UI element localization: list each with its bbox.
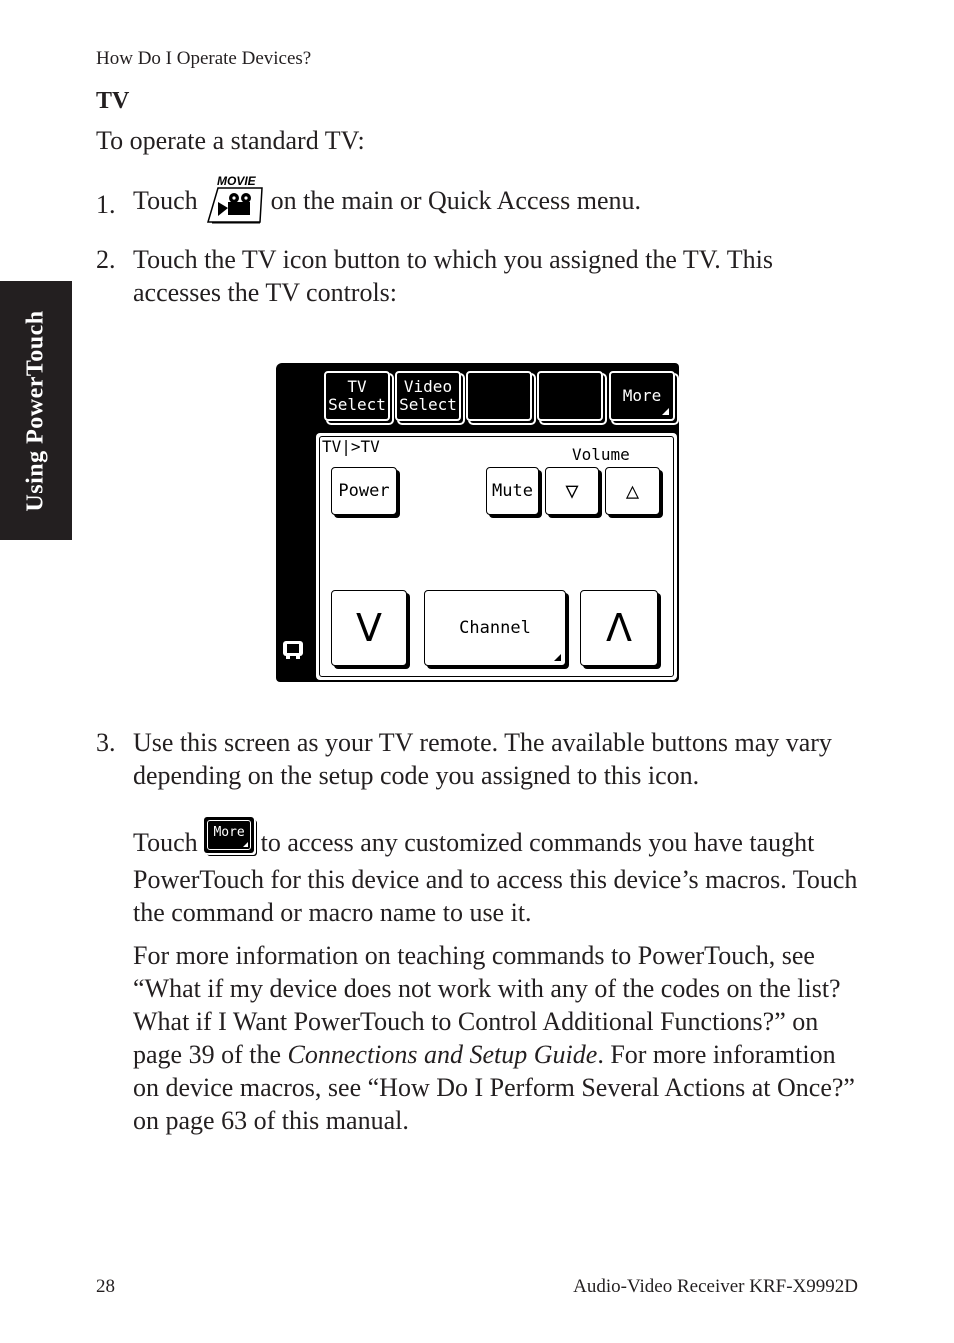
page-number: 28 <box>96 1276 115 1297</box>
more-button[interactable]: More <box>609 371 675 421</box>
volume-down-button[interactable]: ▽ <box>545 467 599 515</box>
tv-icon <box>283 641 303 659</box>
side-tab-label: Using PowerTouch <box>22 309 49 512</box>
more-icon: More <box>204 817 255 854</box>
volume-up-button[interactable]: △ <box>605 467 660 515</box>
touch-more-paragraph: Touch More to access any customized comm… <box>133 817 858 929</box>
corner-triangle-icon <box>662 408 669 415</box>
tv-control-screen: TV Select Video Select More TV|>TV Volum… <box>276 363 679 682</box>
section-title: TV <box>96 88 130 114</box>
side-tab: Using PowerTouch <box>0 281 72 540</box>
step-number: 1. <box>96 190 116 219</box>
step-text: Touch <box>133 185 198 215</box>
control-panel: TV|>TV Volume Power Mute ▽ △ V Channel Λ <box>316 433 677 680</box>
footer-title: Audio-Video Receiver KRF-X9992D <box>573 1276 858 1297</box>
movie-icon: MOVIE <box>204 174 264 224</box>
intro-text: To operate a standard TV: <box>96 126 365 155</box>
step-number: 3. <box>96 728 116 757</box>
mute-button[interactable]: Mute <box>486 467 539 515</box>
corner-triangle-icon <box>554 654 561 661</box>
blank-button-2[interactable] <box>537 371 603 421</box>
more-info-paragraph: For more information on teaching command… <box>133 941 855 1135</box>
blank-button-1[interactable] <box>466 371 532 421</box>
step-text: Use this screen as your TV remote. The a… <box>133 728 832 790</box>
movie-icon-label: MOVIE <box>217 174 257 188</box>
running-head: How Do I Operate Devices? <box>96 48 312 69</box>
step-number: 2. <box>96 245 116 274</box>
channel-button[interactable]: Channel <box>424 590 566 666</box>
guide-title: Connections and Setup Guide <box>287 1040 598 1069</box>
channel-down-button[interactable]: V <box>331 590 407 666</box>
channel-up-button[interactable]: Λ <box>580 590 658 666</box>
volume-label: Volume <box>572 445 630 464</box>
tv-select-button[interactable]: TV Select <box>324 371 390 421</box>
power-button[interactable]: Power <box>331 467 397 515</box>
step-text-after: on the main or Quick Access menu. <box>270 185 642 215</box>
step-text: Touch the TV icon button to which you as… <box>133 245 773 307</box>
breadcrumb: TV|>TV <box>322 437 380 456</box>
video-select-button[interactable]: Video Select <box>395 371 461 421</box>
